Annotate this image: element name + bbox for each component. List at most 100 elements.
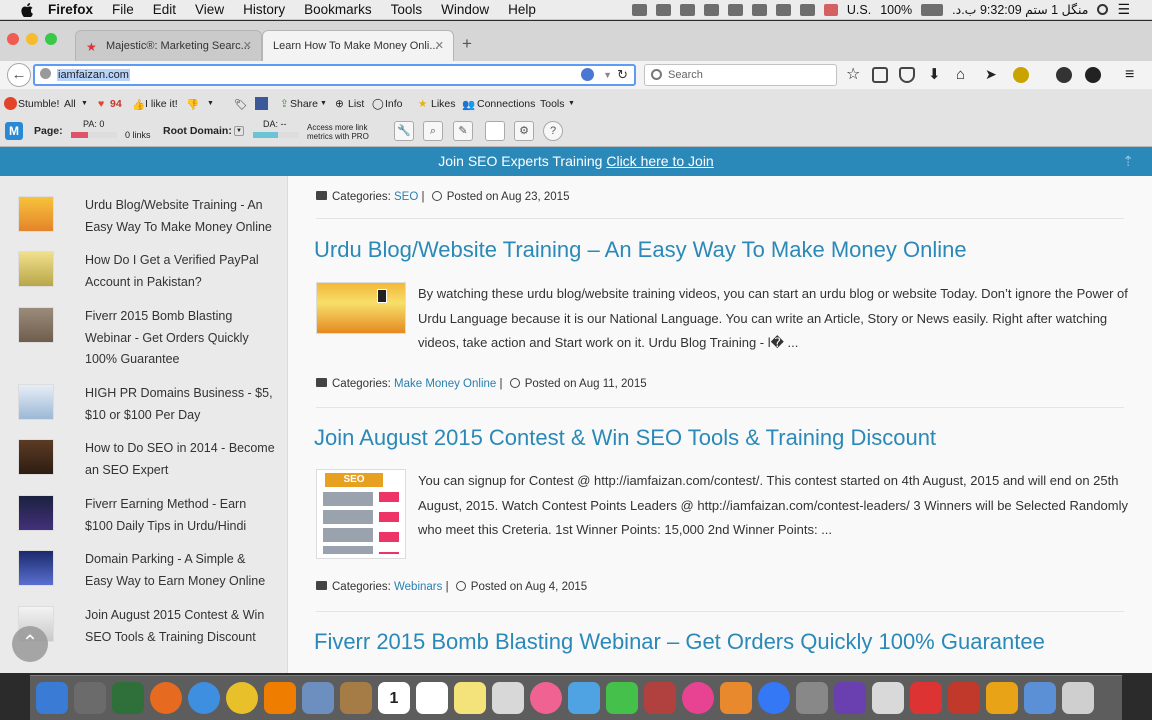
audio-app-icon[interactable]	[872, 682, 904, 714]
chevron-down-icon[interactable]: ▼	[234, 126, 244, 136]
tab-iamfaizan[interactable]: Learn How To Make Money Onli... ✕	[262, 30, 454, 61]
send-icon[interactable]: ➤	[985, 67, 1001, 83]
dropbox-icon[interactable]	[679, 3, 695, 16]
reload-icon[interactable]: ↻	[617, 66, 628, 84]
spotlight-icon[interactable]	[1097, 4, 1109, 15]
zoom-window-button[interactable]	[45, 33, 57, 45]
post-thumbnail[interactable]	[316, 282, 406, 334]
home-icon[interactable]: ⌂	[956, 67, 972, 83]
connections-button[interactable]: Connections	[477, 98, 535, 110]
reminders-icon[interactable]	[416, 682, 448, 714]
wrench-icon[interactable]: 🔧	[394, 121, 414, 141]
quill-icon[interactable]	[834, 682, 866, 714]
monitor-icon[interactable]	[1024, 682, 1056, 714]
calendar-icon[interactable]: 1	[378, 682, 410, 714]
launchpad-icon[interactable]	[74, 682, 106, 714]
pencil-icon[interactable]: ✎	[453, 121, 473, 141]
post-thumbnail[interactable]	[18, 307, 54, 343]
text-input-icon[interactable]	[655, 3, 671, 16]
sidebar-post-title[interactable]: Fiverr 2015 Bomb Blasting Webinar - Get …	[85, 306, 275, 371]
menu-history[interactable]: History	[243, 2, 285, 17]
grid-icon[interactable]	[703, 3, 719, 16]
utility-icon[interactable]	[986, 682, 1018, 714]
menu-tools[interactable]: Tools	[391, 2, 423, 17]
notification-center-icon[interactable]: ☰	[1117, 1, 1130, 18]
banner-join-link[interactable]: Click here to Join	[606, 153, 713, 169]
photo-app-icon[interactable]	[112, 682, 144, 714]
wifi-icon[interactable]	[775, 3, 791, 16]
google-search-icon[interactable]	[581, 68, 594, 81]
post-thumbnail[interactable]	[18, 196, 54, 232]
pro-note-line2[interactable]: metrics with PRO	[307, 132, 369, 141]
apple-icon[interactable]	[18, 2, 36, 17]
gear-extension-icon[interactable]	[1013, 67, 1029, 83]
likes-button[interactable]: Likes	[431, 98, 456, 110]
menu-file[interactable]: File	[112, 2, 134, 17]
ibooks-icon[interactable]	[720, 682, 752, 714]
menu-window[interactable]: Window	[441, 2, 489, 17]
post-thumbnail[interactable]	[18, 439, 54, 475]
finder-icon[interactable]	[36, 682, 68, 714]
sidebar-post-title[interactable]: HIGH PR Domains Business - $5, $10 or $1…	[85, 383, 275, 426]
menu-app-name[interactable]: Firefox	[48, 2, 93, 17]
system-preferences-icon[interactable]	[796, 682, 828, 714]
collapse-arrow-icon[interactable]: ⇡	[1122, 147, 1134, 176]
new-tab-button[interactable]: +	[462, 34, 472, 54]
dropdown-arrow-icon[interactable]: ▼	[603, 66, 612, 84]
firefox-icon[interactable]	[150, 682, 182, 714]
site-identity-icon[interactable]	[40, 68, 51, 79]
post-thumbnail[interactable]	[18, 384, 54, 420]
pro-note-line1[interactable]: Access more link	[307, 123, 367, 132]
sidebar-post-title[interactable]: How Do I Get a Verified PayPal Account i…	[85, 250, 275, 293]
bluetooth-icon[interactable]	[751, 3, 767, 16]
creative-cloud-icon[interactable]	[631, 3, 647, 16]
bookmark-star-icon[interactable]: ☆	[846, 67, 862, 83]
category-link[interactable]: SEO	[394, 191, 418, 203]
pocket-icon[interactable]	[899, 67, 915, 83]
category-link[interactable]: Make Money Online	[394, 378, 496, 390]
messages-icon[interactable]	[568, 682, 600, 714]
close-window-button[interactable]	[7, 33, 19, 45]
notes-icon[interactable]	[454, 682, 486, 714]
tag-icon[interactable]: 🏷	[234, 98, 247, 111]
minimize-window-button[interactable]	[26, 33, 38, 45]
close-tab-icon[interactable]: ✕	[243, 39, 252, 52]
download-icon[interactable]: ⬇	[928, 67, 944, 83]
safari-icon[interactable]	[188, 682, 220, 714]
post-thumbnail[interactable]	[18, 550, 54, 586]
menu-help[interactable]: Help	[508, 2, 536, 17]
battery-percent[interactable]: 100%	[880, 3, 912, 17]
category-link[interactable]: Webinars	[394, 581, 442, 593]
highlight-icon[interactable]	[485, 121, 505, 141]
tools-menu[interactable]: Tools	[540, 98, 565, 110]
post-title[interactable]: Fiverr 2015 Bomb Blasting Webinar – Get …	[314, 629, 1045, 655]
info-button[interactable]: Info	[385, 98, 403, 110]
clock[interactable]: منگل 1 ستم 9:32:09 ب.د.	[952, 2, 1088, 17]
contacts-icon[interactable]	[340, 682, 372, 714]
chevron-down-icon[interactable]: ▼	[207, 100, 214, 107]
settings-icon[interactable]: ⚙	[514, 121, 534, 141]
chevron-down-icon[interactable]: ▼	[568, 100, 575, 107]
url-bar[interactable]: iamfaizan.com ▼ ↻	[33, 64, 636, 86]
facetime-icon[interactable]	[606, 682, 638, 714]
extension-circle-icon[interactable]	[1085, 67, 1101, 83]
moz-logo-icon[interactable]: M	[5, 122, 23, 140]
search-input[interactable]: Search	[644, 64, 837, 86]
sidebar-post-title[interactable]: Urdu Blog/Website Training - An Easy Way…	[85, 195, 275, 238]
menu-view[interactable]: View	[195, 2, 224, 17]
bookmarks-list-icon[interactable]	[872, 67, 888, 83]
post-thumbnail[interactable]	[18, 251, 54, 287]
sidebar-post-title[interactable]: How to Do SEO in 2014 - Become an SEO Ex…	[85, 438, 275, 481]
text-edit-icon[interactable]	[492, 682, 524, 714]
screen-app-icon[interactable]	[910, 682, 942, 714]
tab-majestic[interactable]: ★ Majestic®: Marketing Searc... ✕	[75, 30, 262, 61]
sidebar-post-title[interactable]: Fiverr Earning Method - Earn $100 Daily …	[85, 494, 275, 537]
facebook-icon[interactable]	[255, 97, 268, 110]
input-language[interactable]: U.S.	[847, 3, 871, 17]
hamburger-menu-icon[interactable]: ≡	[1125, 67, 1141, 83]
magnifier-icon[interactable]: ⌕	[423, 121, 443, 141]
post-title[interactable]: Join August 2015 Contest & Win SEO Tools…	[314, 425, 936, 451]
photos-icon[interactable]	[530, 682, 562, 714]
scroll-to-top-button[interactable]: ⌃	[12, 626, 48, 662]
all-dropdown[interactable]: All	[64, 98, 76, 110]
